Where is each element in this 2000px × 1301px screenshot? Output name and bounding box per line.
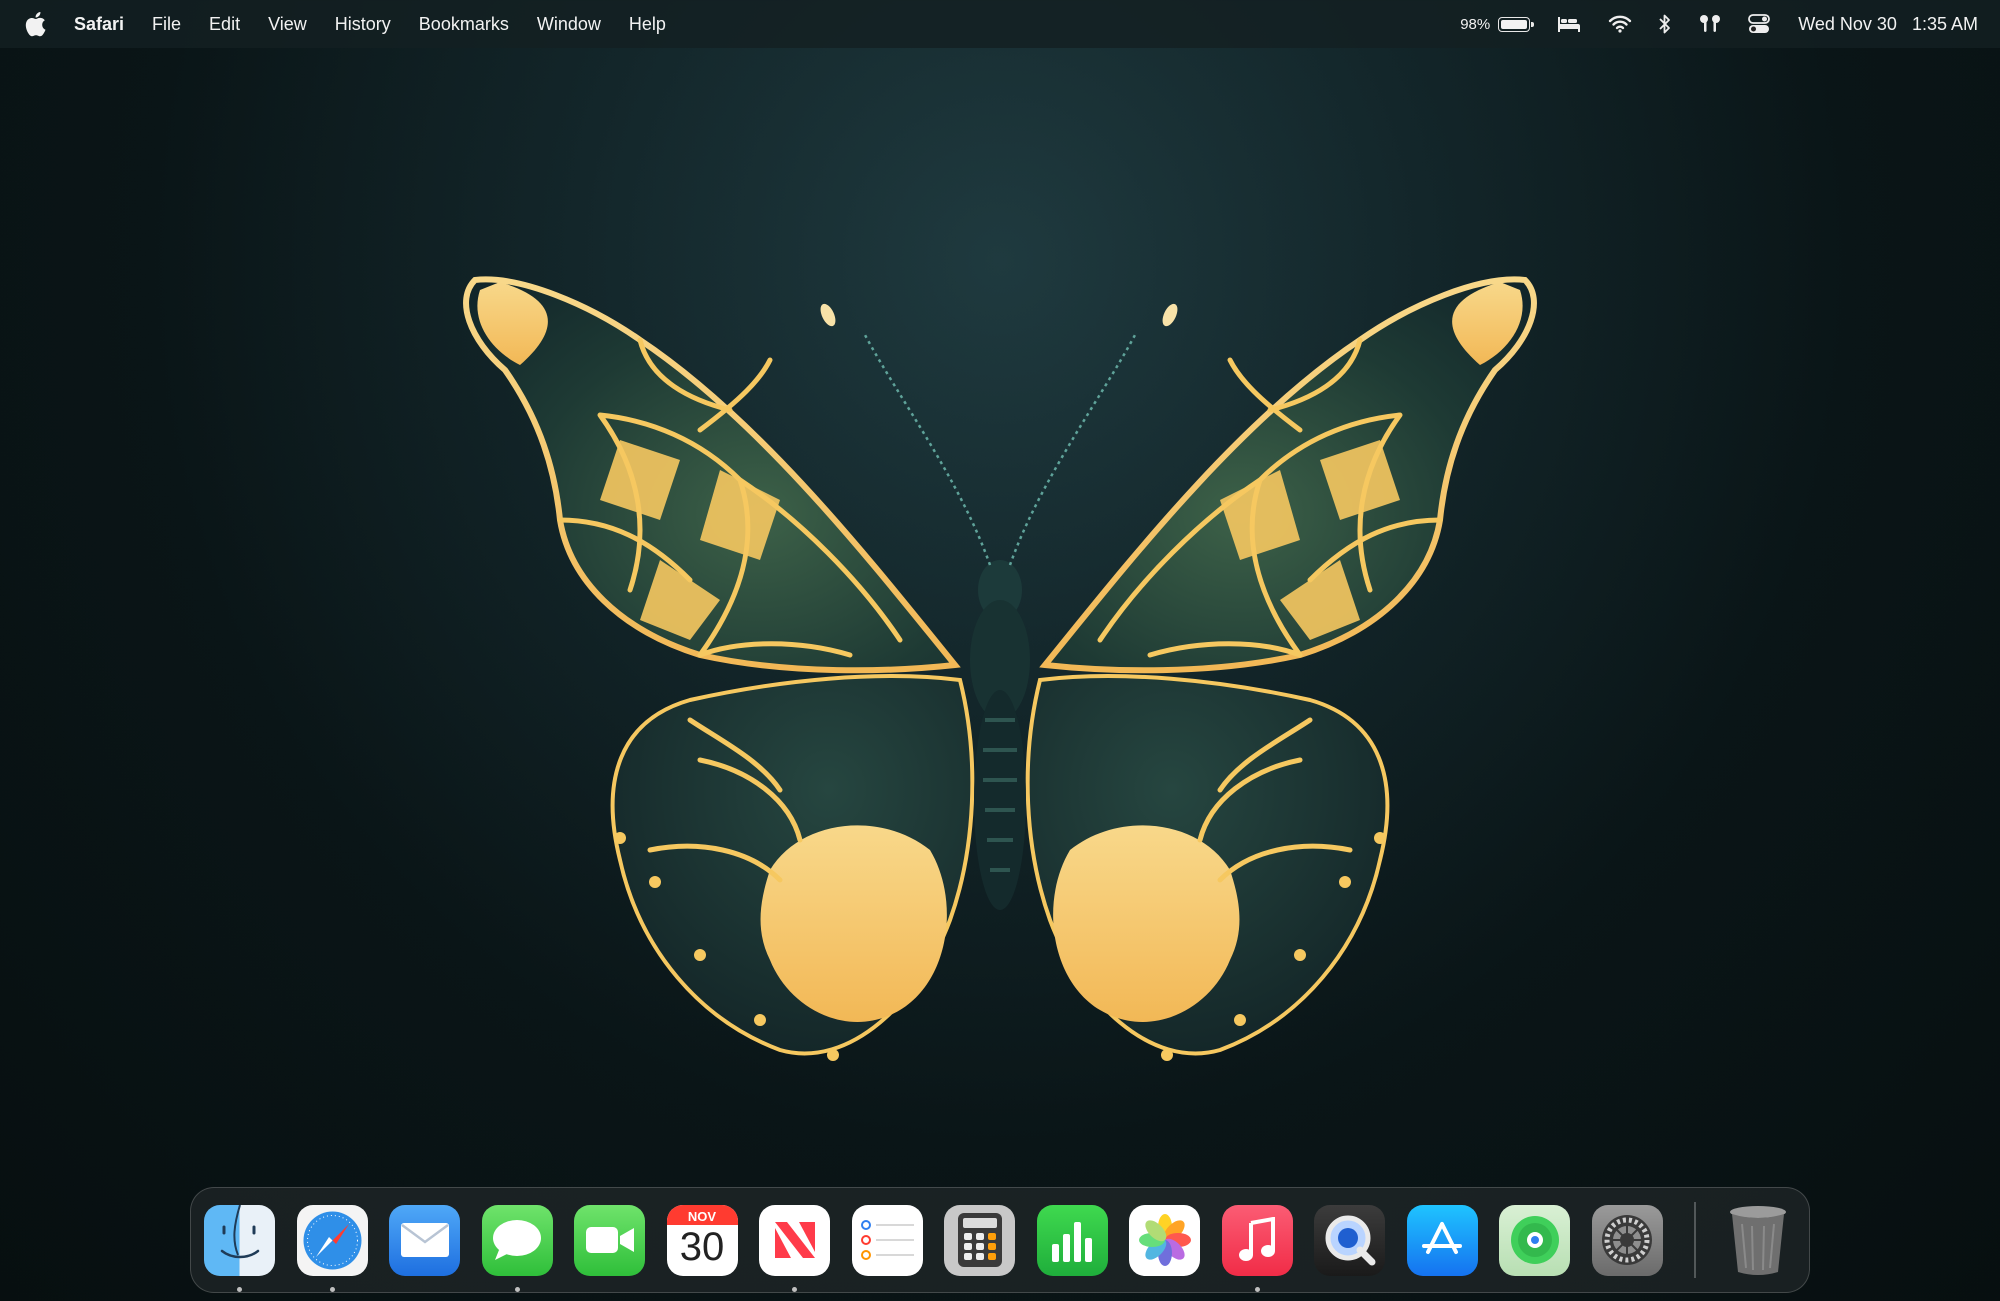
- calendar-month: NOV: [687, 1208, 717, 1224]
- battery-icon: [1498, 16, 1535, 32]
- facetime-icon: [574, 1204, 645, 1276]
- menu-window[interactable]: Window: [537, 0, 601, 48]
- dock-item-safari[interactable]: [296, 1204, 368, 1292]
- menu-file[interactable]: File: [152, 0, 181, 48]
- photos-icon: [1129, 1204, 1200, 1276]
- dock-item-music[interactable]: [1221, 1204, 1293, 1292]
- news-icon: [759, 1204, 830, 1276]
- menu-view[interactable]: View: [268, 0, 307, 48]
- dock-item-news[interactable]: [759, 1204, 830, 1292]
- system-settings-icon: [1591, 1204, 1663, 1276]
- trash-icon: [1722, 1205, 1793, 1276]
- desktop-wallpaper: [0, 48, 2000, 1301]
- bluetooth-icon[interactable]: [1658, 0, 1672, 48]
- dock-item-messages[interactable]: [481, 1204, 553, 1292]
- menu-bar-clock[interactable]: Wed Nov 30 1:35 AM: [1798, 14, 1978, 35]
- running-indicator: [329, 1286, 335, 1292]
- dock: NOV 30: [190, 1187, 1810, 1293]
- dock-item-quicktime[interactable]: [1314, 1204, 1385, 1276]
- sleep-bed-icon[interactable]: [1556, 0, 1582, 48]
- calculator-icon: [944, 1204, 1015, 1276]
- menu-edit[interactable]: Edit: [209, 0, 240, 48]
- calendar-icon: NOV 30: [666, 1204, 738, 1276]
- battery-percent: 98%: [1460, 15, 1491, 33]
- app-store-icon: [1406, 1204, 1478, 1276]
- running-indicator: [237, 1286, 242, 1292]
- dock-item-facetime[interactable]: [574, 1204, 645, 1276]
- menu-bar-status: 98% Wed Nov 30 1:35 AM: [1434, 0, 2000, 48]
- battery-fill: [1501, 19, 1527, 29]
- reminders-icon: [851, 1204, 923, 1276]
- airpods-icon[interactable]: [1698, 0, 1722, 48]
- calendar-day: 30: [679, 1224, 725, 1269]
- dock-item-numbers[interactable]: [1036, 1204, 1108, 1276]
- numbers-icon: [1036, 1204, 1108, 1276]
- dock-item-app-store[interactable]: [1406, 1204, 1478, 1276]
- quicktime-icon: [1314, 1204, 1385, 1276]
- finder-icon: [204, 1204, 275, 1276]
- dock-item-photos[interactable]: [1129, 1204, 1200, 1276]
- apple-logo-icon[interactable]: [24, 11, 48, 37]
- dock-item-system-settings[interactable]: [1591, 1204, 1663, 1276]
- dock-item-finder[interactable]: [204, 1204, 275, 1292]
- running-indicator: [1254, 1286, 1260, 1292]
- control-center-icon[interactable]: [1748, 0, 1771, 48]
- safari-icon: [296, 1204, 368, 1276]
- menu-bookmarks[interactable]: Bookmarks: [419, 0, 509, 48]
- running-indicator: [792, 1286, 797, 1292]
- battery-status[interactable]: 98%: [1460, 0, 1535, 48]
- menu-bar: Safari File Edit View History Bookmarks …: [0, 0, 2000, 48]
- dock-item-reminders[interactable]: [851, 1204, 923, 1276]
- running-indicator: [514, 1286, 520, 1292]
- menu-help[interactable]: Help: [629, 0, 666, 48]
- dock-item-find-my[interactable]: [1499, 1204, 1570, 1276]
- music-icon: [1221, 1204, 1293, 1276]
- dock-item-calculator[interactable]: [944, 1204, 1015, 1276]
- messages-icon: [481, 1204, 553, 1276]
- butterfly-illustration: [463, 276, 1537, 1061]
- dock-item-trash[interactable]: [1722, 1205, 1793, 1276]
- clock-date: Wed Nov 30: [1798, 13, 1897, 34]
- wifi-icon[interactable]: [1608, 0, 1632, 48]
- dock-separator: [1694, 1202, 1696, 1278]
- mail-icon: [389, 1204, 460, 1276]
- app-menu-safari[interactable]: Safari: [74, 0, 124, 48]
- dock-item-mail[interactable]: [389, 1204, 460, 1276]
- menu-bar-left: Safari File Edit View History Bookmarks …: [0, 0, 694, 48]
- dock-item-calendar[interactable]: NOV 30: [666, 1204, 738, 1276]
- clock-time: 1:35 AM: [1911, 13, 1978, 34]
- menu-history[interactable]: History: [335, 0, 391, 48]
- find-my-icon: [1499, 1204, 1570, 1276]
